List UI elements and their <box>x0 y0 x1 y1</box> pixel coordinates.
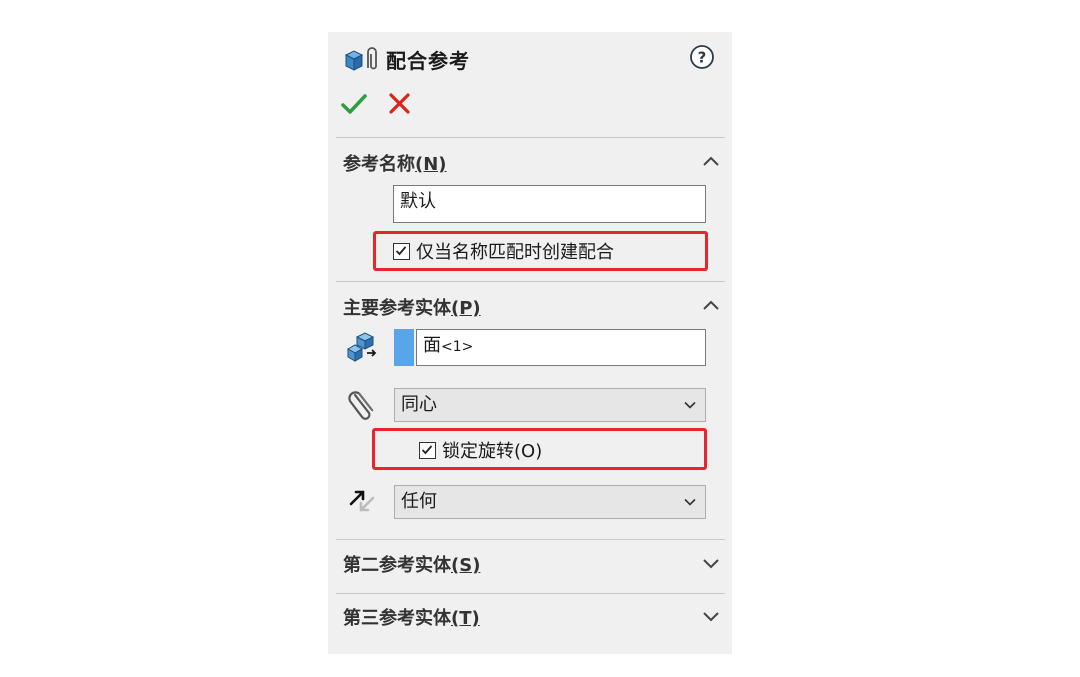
section-header-tertiary-entity[interactable]: 第三参考实体(T) <box>343 604 480 630</box>
chevron-down-icon[interactable] <box>700 605 722 627</box>
lock-rotation-checkbox[interactable]: 锁定旋转(O) <box>419 437 542 463</box>
checkbox-checked-icon[interactable] <box>419 442 436 459</box>
panel-title-row: 配合参考 ? <box>342 42 722 74</box>
divider <box>336 539 725 540</box>
reference-name-value: 默认 <box>400 191 436 212</box>
help-icon[interactable]: ? <box>689 44 715 70</box>
alignment-value: 任何 <box>401 491 437 512</box>
chevron-up-icon[interactable] <box>700 151 722 173</box>
divider <box>336 137 725 138</box>
section-header-secondary-entity[interactable]: 第二参考实体(S) <box>343 551 480 577</box>
mate-alignment-icon <box>349 490 375 512</box>
chevron-down-icon <box>684 401 696 409</box>
match-name-checkbox[interactable]: 仅当名称匹配时创建配合 <box>393 238 614 264</box>
checkbox-checked-icon[interactable] <box>393 243 410 260</box>
mate-type-dropdown[interactable]: 同心 <box>394 388 706 422</box>
primary-entity-field[interactable]: 面<1> <box>416 329 706 366</box>
alignment-dropdown[interactable]: 任何 <box>394 485 706 519</box>
entity-name: 面 <box>423 335 441 356</box>
chevron-up-icon[interactable] <box>700 295 722 317</box>
mate-reference-panel: 配合参考 ? 参考名称(N) 默认 仅当名称匹配时创建配合 主要参考实体(P) <box>328 32 732 654</box>
lock-rotation-label: 锁定旋转 <box>442 441 514 462</box>
entity-index: <1> <box>441 339 474 355</box>
reference-name-input[interactable]: 默认 <box>393 185 706 223</box>
ok-button[interactable] <box>340 90 368 118</box>
paperclip-icon <box>348 391 374 420</box>
entity-color-swatch <box>394 329 414 366</box>
match-name-label: 仅当名称匹配时创建配合 <box>416 242 614 263</box>
section-header-primary-entity[interactable]: 主要参考实体(P) <box>343 294 481 320</box>
lock-rotation-accel: (O) <box>514 441 543 462</box>
divider <box>336 593 725 594</box>
mate-type-value: 同心 <box>401 394 437 415</box>
chevron-down-icon <box>684 498 696 506</box>
chevron-down-icon[interactable] <box>700 552 722 574</box>
panel-title: 配合参考 <box>386 49 470 73</box>
svg-text:?: ? <box>698 49 707 67</box>
entity-selection-icon <box>346 332 377 362</box>
section-header-reference-name[interactable]: 参考名称(N) <box>343 150 447 176</box>
cancel-button[interactable] <box>386 90 414 118</box>
mate-reference-icon <box>344 47 377 71</box>
divider <box>336 281 725 282</box>
